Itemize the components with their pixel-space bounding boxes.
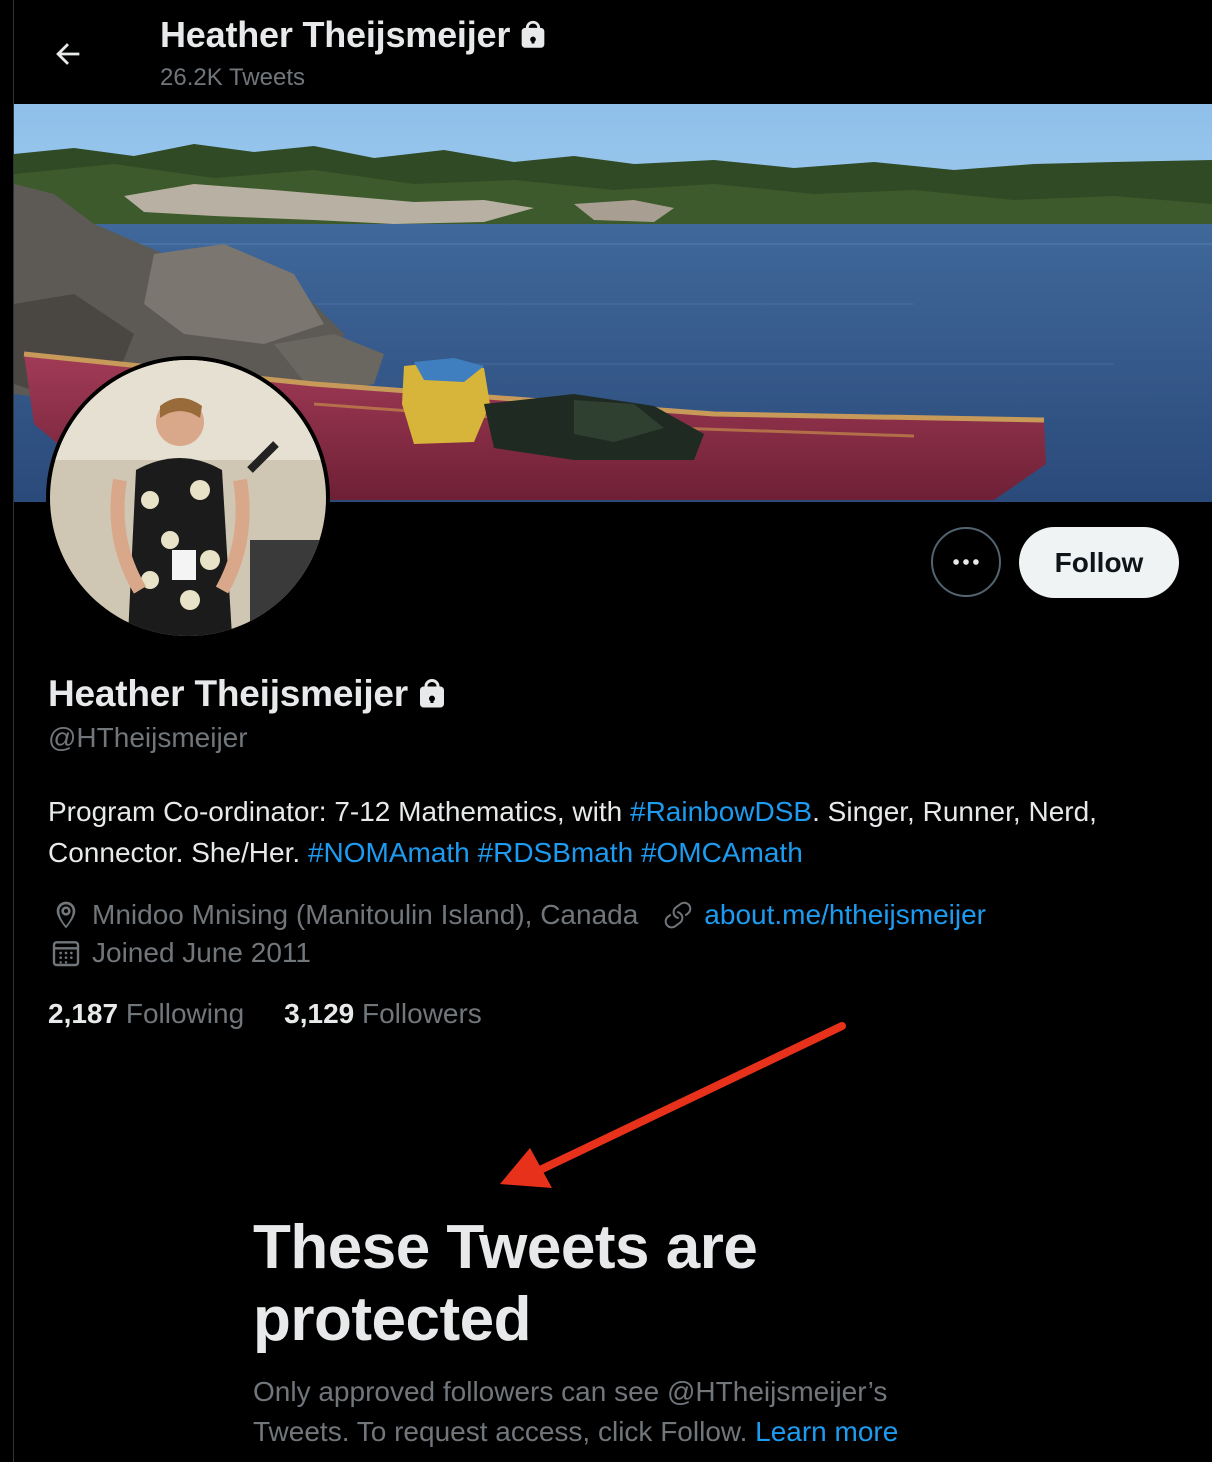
following-count: 2,187 bbox=[48, 998, 119, 1029]
profile-stats: 2,187 Following 3,129 Followers bbox=[48, 998, 482, 1030]
profile-name-text: Heather Theijsmeijer bbox=[48, 673, 408, 714]
back-button[interactable] bbox=[42, 28, 94, 80]
follow-button[interactable]: Follow bbox=[1019, 527, 1179, 598]
following-link[interactable]: 2,187 Following bbox=[48, 998, 244, 1030]
profile-location: Mnidoo Mnising (Manitoulin Island), Cana… bbox=[92, 899, 639, 930]
avatar-photo bbox=[50, 360, 326, 636]
followers-link[interactable]: 3,129 Followers bbox=[284, 998, 482, 1030]
tweet-count: 26.2K Tweets bbox=[160, 64, 305, 91]
link-icon bbox=[660, 897, 696, 933]
profile-joined-row: Joined June 2011 bbox=[48, 935, 311, 971]
profile-header: Heather Theijsmeijer 26.2K Tweets bbox=[14, 0, 1212, 104]
protected-title: These Tweets are protected bbox=[253, 1213, 758, 1354]
profile-name: Heather Theijsmeijer bbox=[48, 673, 450, 715]
lock-icon bbox=[521, 20, 545, 48]
profile-avatar[interactable] bbox=[46, 356, 330, 640]
hashtag-link[interactable]: #RainbowDSB bbox=[630, 796, 812, 827]
arrow-left-icon bbox=[56, 43, 80, 65]
header-name-text: Heather Theijsmeijer bbox=[160, 14, 511, 55]
profile-joined: Joined June 2011 bbox=[92, 937, 311, 968]
calendar-icon bbox=[48, 935, 84, 971]
more-dots-icon bbox=[953, 559, 979, 565]
profile-meta-row: Mnidoo Mnising (Manitoulin Island), Cana… bbox=[48, 897, 986, 933]
more-options-button[interactable] bbox=[931, 527, 1001, 597]
protected-message: Only approved followers can see @HTheijs… bbox=[253, 1372, 973, 1452]
profile-website-link[interactable]: about.me/htheijsmeijer bbox=[704, 899, 986, 931]
hashtag-link[interactable]: #OMCAmath bbox=[641, 837, 803, 868]
hashtag-link[interactable]: #NOMAmath bbox=[308, 837, 470, 868]
lock-icon bbox=[419, 679, 444, 708]
profile-handle: @HTheijsmeijer bbox=[48, 722, 248, 753]
followers-count: 3,129 bbox=[284, 998, 355, 1029]
learn-more-link[interactable]: Learn more bbox=[755, 1416, 898, 1447]
header-title: Heather Theijsmeijer bbox=[160, 14, 550, 56]
location-pin-icon bbox=[48, 897, 84, 933]
bio-text-1: Program Co-ordinator: 7-12 Mathematics, … bbox=[48, 796, 630, 827]
hashtag-link[interactable]: #RDSBmath bbox=[478, 837, 634, 868]
followers-label: Followers bbox=[362, 998, 482, 1029]
following-label: Following bbox=[125, 998, 245, 1029]
profile-bio: Program Co-ordinator: 7-12 Mathematics, … bbox=[48, 791, 1188, 873]
